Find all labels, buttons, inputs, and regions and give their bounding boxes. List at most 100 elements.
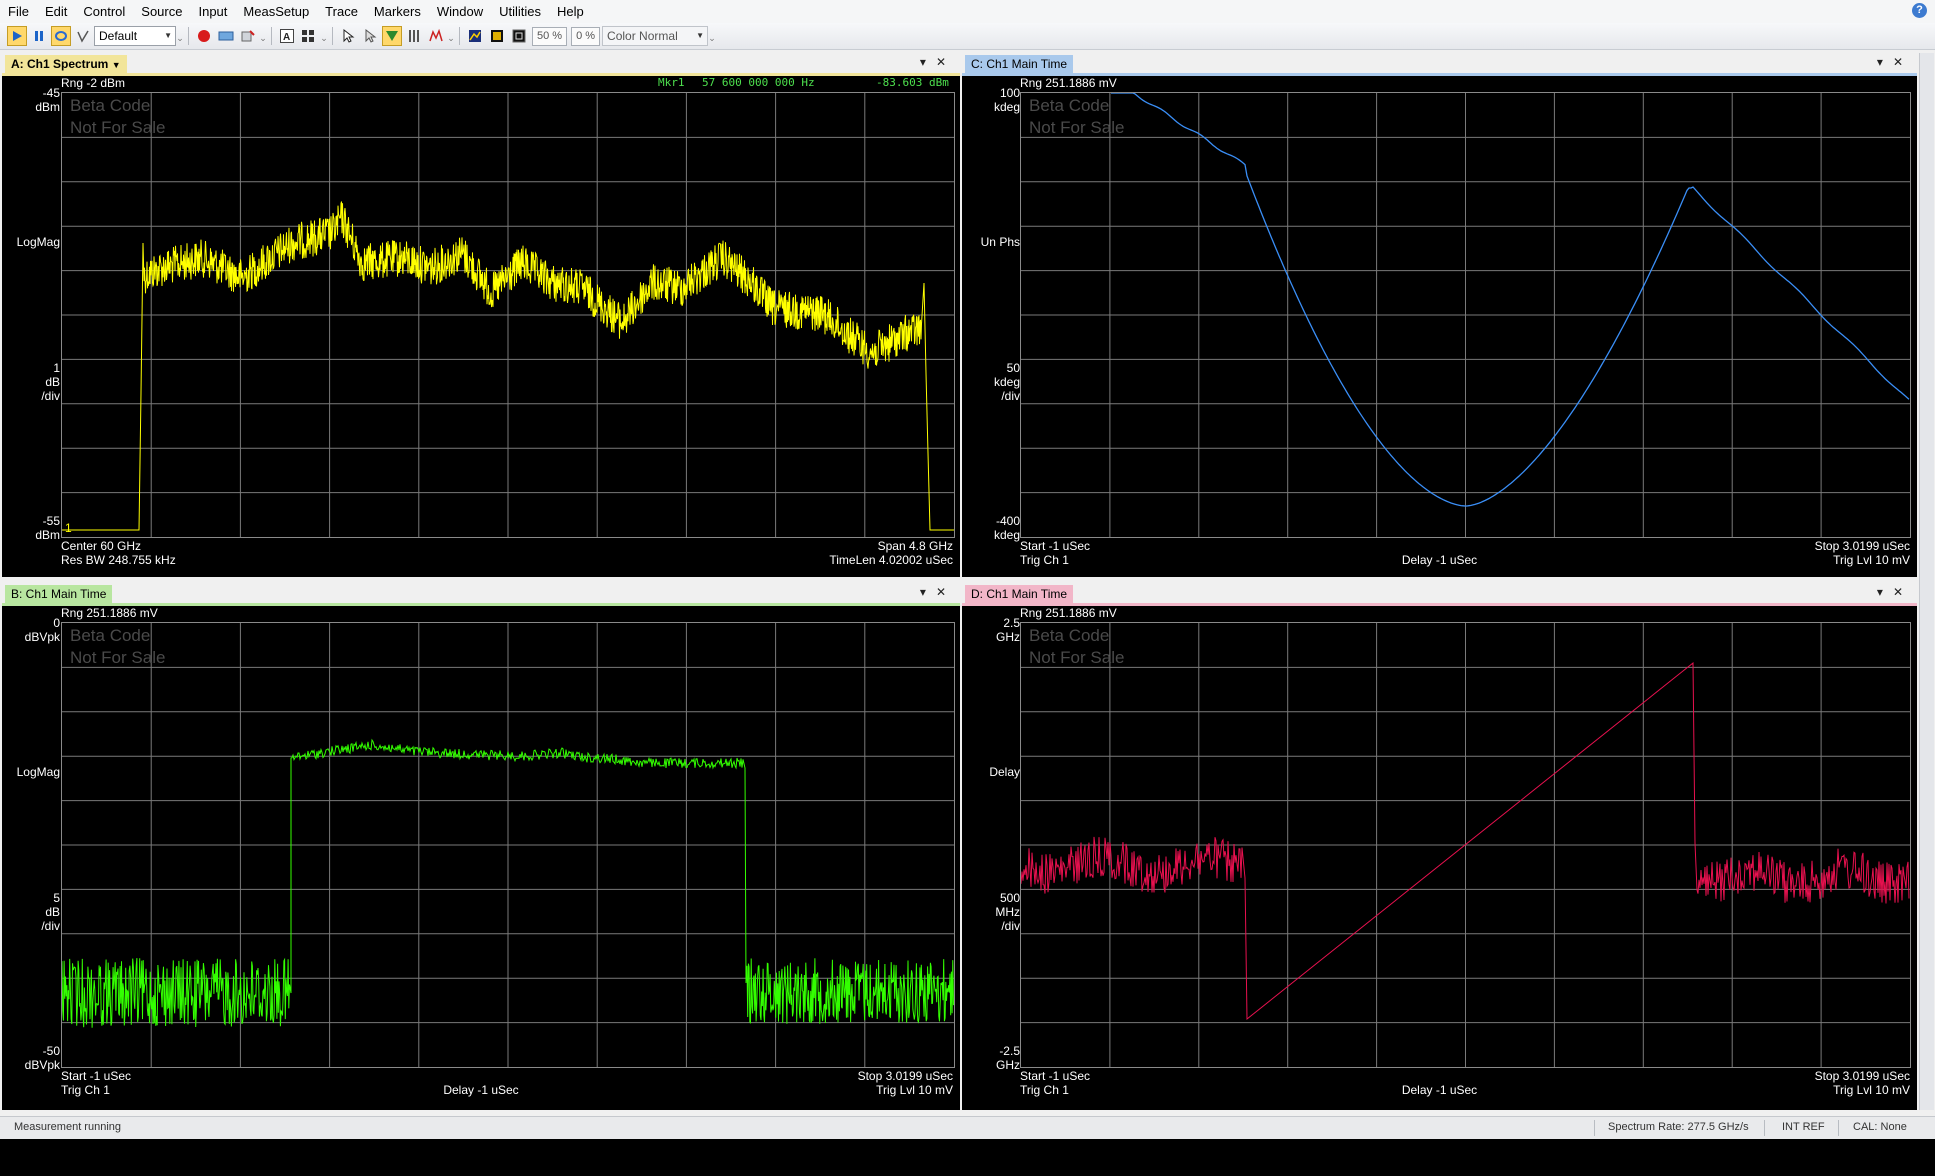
dropdown-icon[interactable]: ▾	[920, 585, 936, 599]
pane-d-tabstrip: D: Ch1 Main Time ▾✕	[962, 583, 1917, 603]
columns-icon[interactable]	[404, 26, 424, 46]
plot-area[interactable]: Beta Code Not For Sale	[1020, 92, 1911, 538]
plot-area[interactable]: Beta Code Not For Sale 1	[61, 92, 955, 538]
record-icon[interactable]	[194, 26, 214, 46]
menu-trace[interactable]: Trace	[317, 0, 366, 23]
pane-controls: ▾✕	[1877, 55, 1913, 69]
watermark-line2: Not For Sale	[70, 118, 166, 137]
close-icon[interactable]: ✕	[936, 585, 956, 599]
center-freq: Center 60 GHz	[61, 539, 142, 553]
spectrum-rate: Spectrum Rate: 277.5 GHz/s	[1608, 1121, 1749, 1133]
path-icon[interactable]	[73, 26, 93, 46]
y-top-value: 100	[999, 86, 1020, 100]
menu-edit[interactable]: Edit	[37, 0, 75, 23]
close-icon[interactable]: ✕	[936, 55, 956, 69]
marker-icon[interactable]	[238, 26, 258, 46]
y-bottom-value: -2.5	[999, 1044, 1020, 1058]
tab-ch1-main-time-d[interactable]: D: Ch1 Main Time	[965, 585, 1074, 603]
layout-icon[interactable]	[299, 26, 319, 46]
dropdown-icon[interactable]: ▾	[1877, 585, 1893, 599]
marker-1-label[interactable]: 1	[65, 521, 72, 535]
range-label: Rng -2 dBm	[61, 76, 126, 90]
pause-icon[interactable]	[29, 26, 49, 46]
play-icon[interactable]	[7, 26, 27, 46]
status-divider	[1594, 1120, 1595, 1136]
close-icon[interactable]: ✕	[1893, 585, 1913, 599]
tab-ch1-spectrum[interactable]: A: Ch1 Spectrum ▼	[5, 55, 127, 73]
menu-input[interactable]: Input	[190, 0, 235, 23]
menu-window[interactable]: Window	[429, 0, 491, 23]
toolbar-divider	[271, 27, 272, 45]
dropdown-icon[interactable]: ▾	[1877, 55, 1893, 69]
tab-label: A: Ch1 Spectrum	[11, 57, 109, 71]
y-format-label: Un Phs	[980, 235, 1020, 249]
stop-time: Stop 3.0199 uSec	[1814, 1069, 1910, 1083]
menu-markers[interactable]: Markers	[366, 0, 429, 23]
trigger-icon[interactable]	[382, 26, 402, 46]
range-label: Rng 251.1886 mV	[1020, 76, 1117, 90]
range-label: Rng 251.1886 mV	[61, 606, 158, 620]
watermark-line2: Not For Sale	[1029, 118, 1125, 137]
toolbar-grip: ⌄	[176, 33, 184, 43]
y-bottom-unit: dBm	[35, 528, 60, 542]
plot-area[interactable]: Beta Code Not For Sale	[1020, 622, 1911, 1068]
watermark-line1: Beta Code	[70, 626, 151, 645]
tab-ch1-main-time-b[interactable]: B: Ch1 Main Time	[5, 585, 113, 603]
toolbar-grip: ⌄	[447, 33, 455, 43]
pane-c-phase: C: Ch1 Main Time ▾✕ Rng 251.1886 mV 100 …	[962, 53, 1917, 577]
magnitude-trace-plot	[62, 623, 954, 1067]
start-time: Start -1 uSec	[61, 1069, 132, 1083]
y-format-label: LogMag	[16, 765, 60, 779]
plot-area[interactable]: Beta Code Not For Sale	[61, 622, 955, 1068]
svg-text:A: A	[283, 32, 290, 43]
menu-file[interactable]: File	[0, 0, 37, 23]
preset-select[interactable]: Default ▼	[94, 26, 176, 46]
menu-source[interactable]: Source	[133, 0, 190, 23]
help-icon[interactable]: ?	[1912, 3, 1927, 18]
chevron-down-icon[interactable]: ▼	[112, 60, 121, 70]
trig-level: Trig Lvl 10 mV	[1833, 553, 1910, 567]
calibration-status: CAL: None	[1853, 1121, 1907, 1133]
menu-utilities[interactable]: Utilities	[491, 0, 549, 23]
select-icon[interactable]	[360, 26, 380, 46]
graticule	[1021, 93, 1910, 537]
menu-help[interactable]: Help	[549, 0, 592, 23]
pane-a-body: Rng -2 dBm Mkr1 57 600 000 000 Hz -83.60…	[2, 76, 960, 577]
trig-level: Trig Lvl 10 mV	[1833, 1083, 1910, 1097]
scale-icon[interactable]	[465, 26, 485, 46]
peak-icon[interactable]	[426, 26, 446, 46]
menu-control[interactable]: Control	[75, 0, 133, 23]
offset-percent-field[interactable]: 0 %	[571, 26, 601, 46]
color-mode-select[interactable]: Color Normal ▼	[602, 26, 709, 46]
chevron-down-icon: ▼	[164, 31, 172, 40]
pointer-icon[interactable]	[338, 26, 358, 46]
y-scale-unit: kdeg	[993, 375, 1020, 389]
range-label: Rng 251.1886 mV	[1020, 606, 1117, 620]
pane-b-body: Rng 251.1886 mV 0 dBVpk LogMag 5 dB /div…	[2, 606, 960, 1110]
pane-a-spectrum: A: Ch1 Spectrum ▼ ▾✕ Rng -2 dBm Mkr1 57 …	[2, 53, 960, 577]
status-divider	[1764, 1120, 1765, 1136]
pane-c-body: Rng 251.1886 mV 100 kdeg Un Phs 50 kdeg …	[962, 76, 1917, 577]
menu-meassetup[interactable]: MeasSetup	[235, 0, 317, 23]
y-top-value: -45	[42, 86, 60, 100]
reference-status: INT REF	[1782, 1121, 1825, 1133]
close-icon[interactable]: ✕	[1893, 55, 1913, 69]
dropdown-icon[interactable]: ▾	[920, 55, 936, 69]
zoom-percent-field[interactable]: 50 %	[532, 26, 568, 46]
persist-icon[interactable]	[509, 26, 529, 46]
delay-time: Delay -1 uSec	[443, 1083, 519, 1097]
vertical-scrollbar[interactable]	[1919, 53, 1934, 1110]
text-icon[interactable]: A	[277, 26, 297, 46]
trig-level: Trig Lvl 10 mV	[876, 1083, 953, 1097]
pane-controls: ▾✕	[920, 55, 956, 69]
watermark: Beta Code Not For Sale	[70, 625, 165, 669]
loop-icon[interactable]	[51, 26, 71, 46]
y-scale-value: 1	[53, 361, 60, 375]
res-bw: Res BW 248.755 kHz	[61, 553, 176, 567]
preset-icon[interactable]	[216, 26, 236, 46]
marker-readout-frequency: 57 600 000 000 Hz	[702, 76, 815, 89]
palette-icon[interactable]	[487, 26, 507, 46]
tab-ch1-main-time-c[interactable]: C: Ch1 Main Time	[965, 55, 1074, 73]
status-bar: Measurement running Spectrum Rate: 277.5…	[0, 1116, 1935, 1139]
y-bottom-value: -50	[42, 1044, 60, 1058]
